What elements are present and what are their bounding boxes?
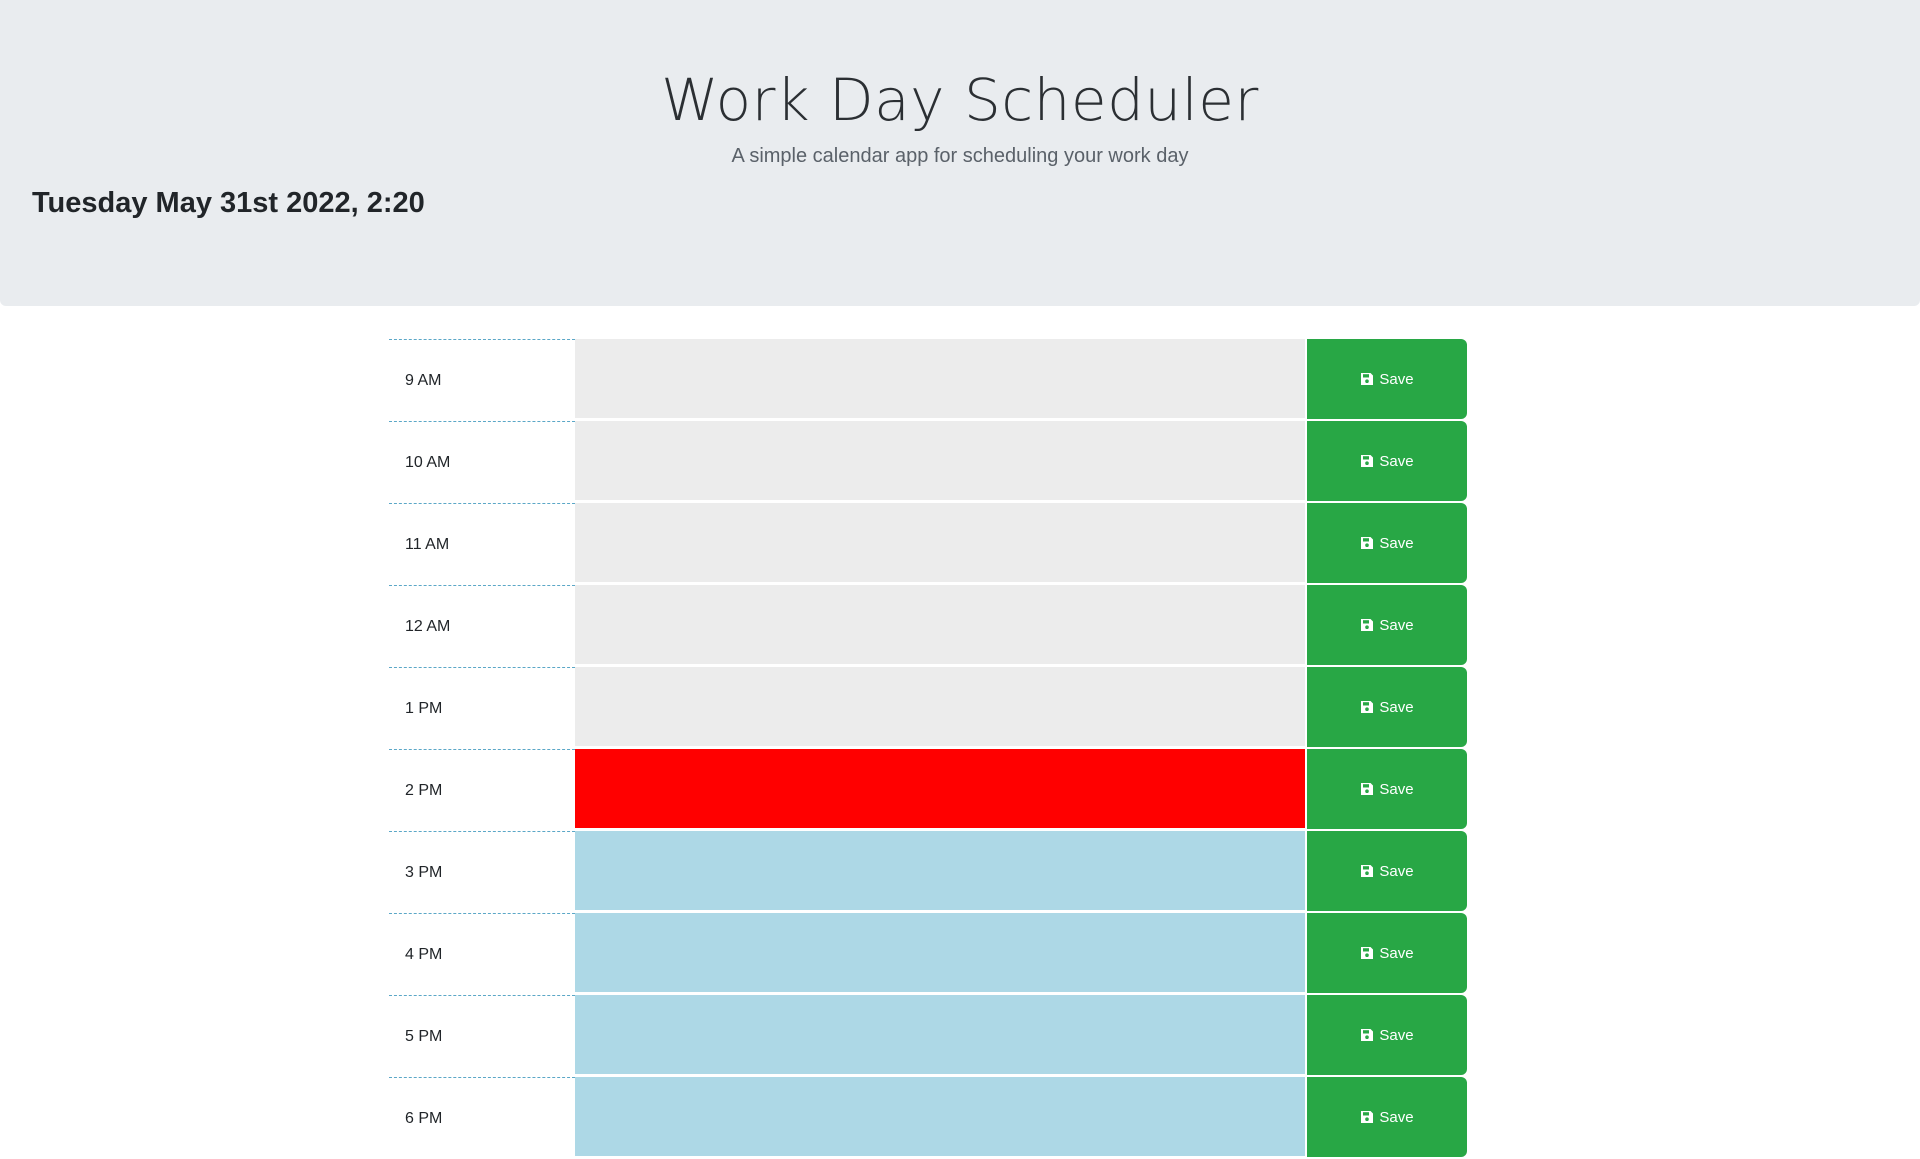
- hour-label: 11 AM: [389, 503, 575, 585]
- floppy-disk-icon: [1360, 372, 1374, 386]
- event-textarea[interactable]: [575, 913, 1306, 993]
- event-textarea[interactable]: [575, 421, 1306, 501]
- event-textarea[interactable]: [575, 339, 1306, 419]
- save-button-label: Save: [1379, 780, 1414, 798]
- save-button-label: Save: [1379, 370, 1414, 388]
- save-button-label: Save: [1379, 1108, 1414, 1126]
- save-button-label: Save: [1379, 862, 1414, 880]
- hour-label: 5 PM: [389, 995, 575, 1077]
- event-textarea[interactable]: [575, 585, 1306, 665]
- save-button-label: Save: [1379, 534, 1414, 552]
- hour-label: 1 PM: [389, 667, 575, 749]
- time-block-row-2: 11 AM Save: [389, 503, 1468, 585]
- event-textarea[interactable]: [575, 667, 1306, 747]
- save-button-label: Save: [1379, 698, 1414, 716]
- floppy-disk-icon: [1360, 700, 1374, 714]
- event-textarea[interactable]: [575, 749, 1306, 829]
- event-textarea[interactable]: [575, 1077, 1306, 1157]
- save-button-label: Save: [1379, 1026, 1414, 1044]
- header-jumbotron: Work Day Scheduler A simple calendar app…: [0, 0, 1920, 306]
- time-block-row-4: 1 PM Save: [389, 667, 1468, 749]
- hour-label: 12 AM: [389, 585, 575, 667]
- schedule-container: 9 AM Save 10 AM Save 11 AM Save 12 AM Sa…: [389, 339, 1468, 1159]
- hour-label: 4 PM: [389, 913, 575, 995]
- save-button-label: Save: [1379, 616, 1414, 634]
- time-block-row-9: 6 PM Save: [389, 1077, 1468, 1159]
- floppy-disk-icon: [1360, 454, 1374, 468]
- floppy-disk-icon: [1360, 536, 1374, 550]
- floppy-disk-icon: [1360, 864, 1374, 878]
- time-block-row-1: 10 AM Save: [389, 421, 1468, 503]
- save-button[interactable]: Save: [1307, 749, 1467, 829]
- page-subtitle: A simple calendar app for scheduling you…: [731, 145, 1189, 167]
- save-button-label: Save: [1379, 452, 1414, 470]
- save-button-label: Save: [1379, 944, 1414, 962]
- save-button[interactable]: Save: [1307, 421, 1467, 501]
- save-button[interactable]: Save: [1307, 995, 1467, 1075]
- event-textarea[interactable]: [575, 503, 1306, 583]
- time-block-row-3: 12 AM Save: [389, 585, 1468, 667]
- save-button[interactable]: Save: [1307, 831, 1467, 911]
- floppy-disk-icon: [1360, 1110, 1374, 1124]
- time-block-row-5: 2 PM Save: [389, 749, 1468, 831]
- save-button[interactable]: Save: [1307, 667, 1467, 747]
- page-title: Work Day Scheduler: [661, 66, 1259, 134]
- save-button[interactable]: Save: [1307, 913, 1467, 993]
- event-textarea[interactable]: [575, 831, 1306, 911]
- hour-label: 9 AM: [389, 339, 575, 421]
- hour-label: 6 PM: [389, 1077, 575, 1159]
- save-button[interactable]: Save: [1307, 339, 1467, 419]
- time-block-row-0: 9 AM Save: [389, 339, 1468, 421]
- floppy-disk-icon: [1360, 782, 1374, 796]
- hour-label: 3 PM: [389, 831, 575, 913]
- time-block-row-7: 4 PM Save: [389, 913, 1468, 995]
- time-block-row-8: 5 PM Save: [389, 995, 1468, 1077]
- hour-label: 2 PM: [389, 749, 575, 831]
- floppy-disk-icon: [1360, 1028, 1374, 1042]
- save-button[interactable]: Save: [1307, 585, 1467, 665]
- time-block-row-6: 3 PM Save: [389, 831, 1468, 913]
- save-button[interactable]: Save: [1307, 1077, 1467, 1157]
- hour-label: 10 AM: [389, 421, 575, 503]
- current-day-display: Tuesday May 31st 2022, 2:20: [32, 187, 425, 219]
- save-button[interactable]: Save: [1307, 503, 1467, 583]
- floppy-disk-icon: [1360, 946, 1374, 960]
- event-textarea[interactable]: [575, 995, 1306, 1075]
- floppy-disk-icon: [1360, 618, 1374, 632]
